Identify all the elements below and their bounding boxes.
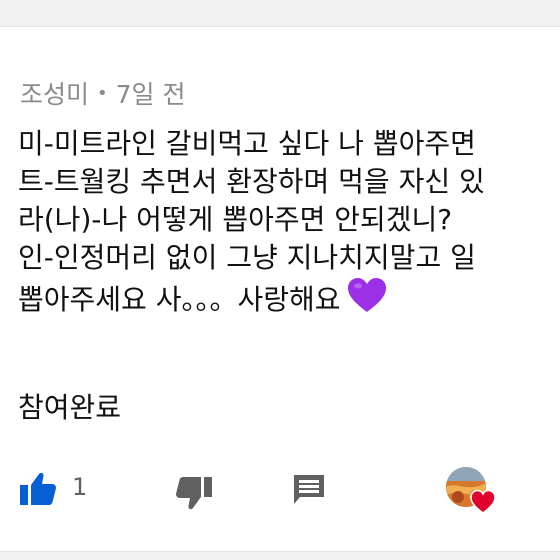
comment-author[interactable]: 조성미 <box>20 75 89 111</box>
like-count: 1 <box>72 473 88 501</box>
comment-line: 인-인정머리 없이 그냥 지나치지말고 일 <box>18 241 476 274</box>
comment-action-bar: 1 <box>0 467 560 514</box>
reply-button[interactable] <box>290 471 328 509</box>
dislike-button[interactable] <box>174 473 214 513</box>
comment-line: 미-미트라인 갈비먹고 싶다 나 뽑아주면 <box>18 127 476 160</box>
comment-body: 미-미트라인 갈비먹고 싶다 나 뽑아주면 트-트월킹 추면서 환장하며 먹을 … <box>18 125 560 316</box>
participation-complete: 참여완료 <box>18 391 122 424</box>
purple-heart-emoji <box>347 277 387 325</box>
creator-heart <box>446 467 498 519</box>
thumbs-down-icon <box>176 477 212 510</box>
comment-line: 트-트월킹 추면서 환장하며 먹을 자신 있 <box>18 165 485 198</box>
comment-time: 7일 전 <box>115 80 186 109</box>
comment-meta: 조성미 • 7일 전 <box>20 77 186 109</box>
meta-separator: • <box>97 82 108 104</box>
thumbs-up-icon <box>20 472 56 505</box>
red-heart-icon <box>470 489 496 515</box>
like-button[interactable] <box>18 469 58 509</box>
comment-card: 조성미 • 7일 전 미-미트라인 갈비먹고 싶다 나 뽑아주면 트-트월킹 추… <box>0 26 560 552</box>
comment-line-last: 뽑아주세요 사。。。사랑해요 <box>18 277 560 316</box>
comment-icon <box>294 475 324 504</box>
comment-line-text: 뽑아주세요 사。。。사랑해요 <box>18 283 341 316</box>
comment-line: 라(나)-나 어떻게 뽑아주면 안되겠니? <box>18 203 453 236</box>
